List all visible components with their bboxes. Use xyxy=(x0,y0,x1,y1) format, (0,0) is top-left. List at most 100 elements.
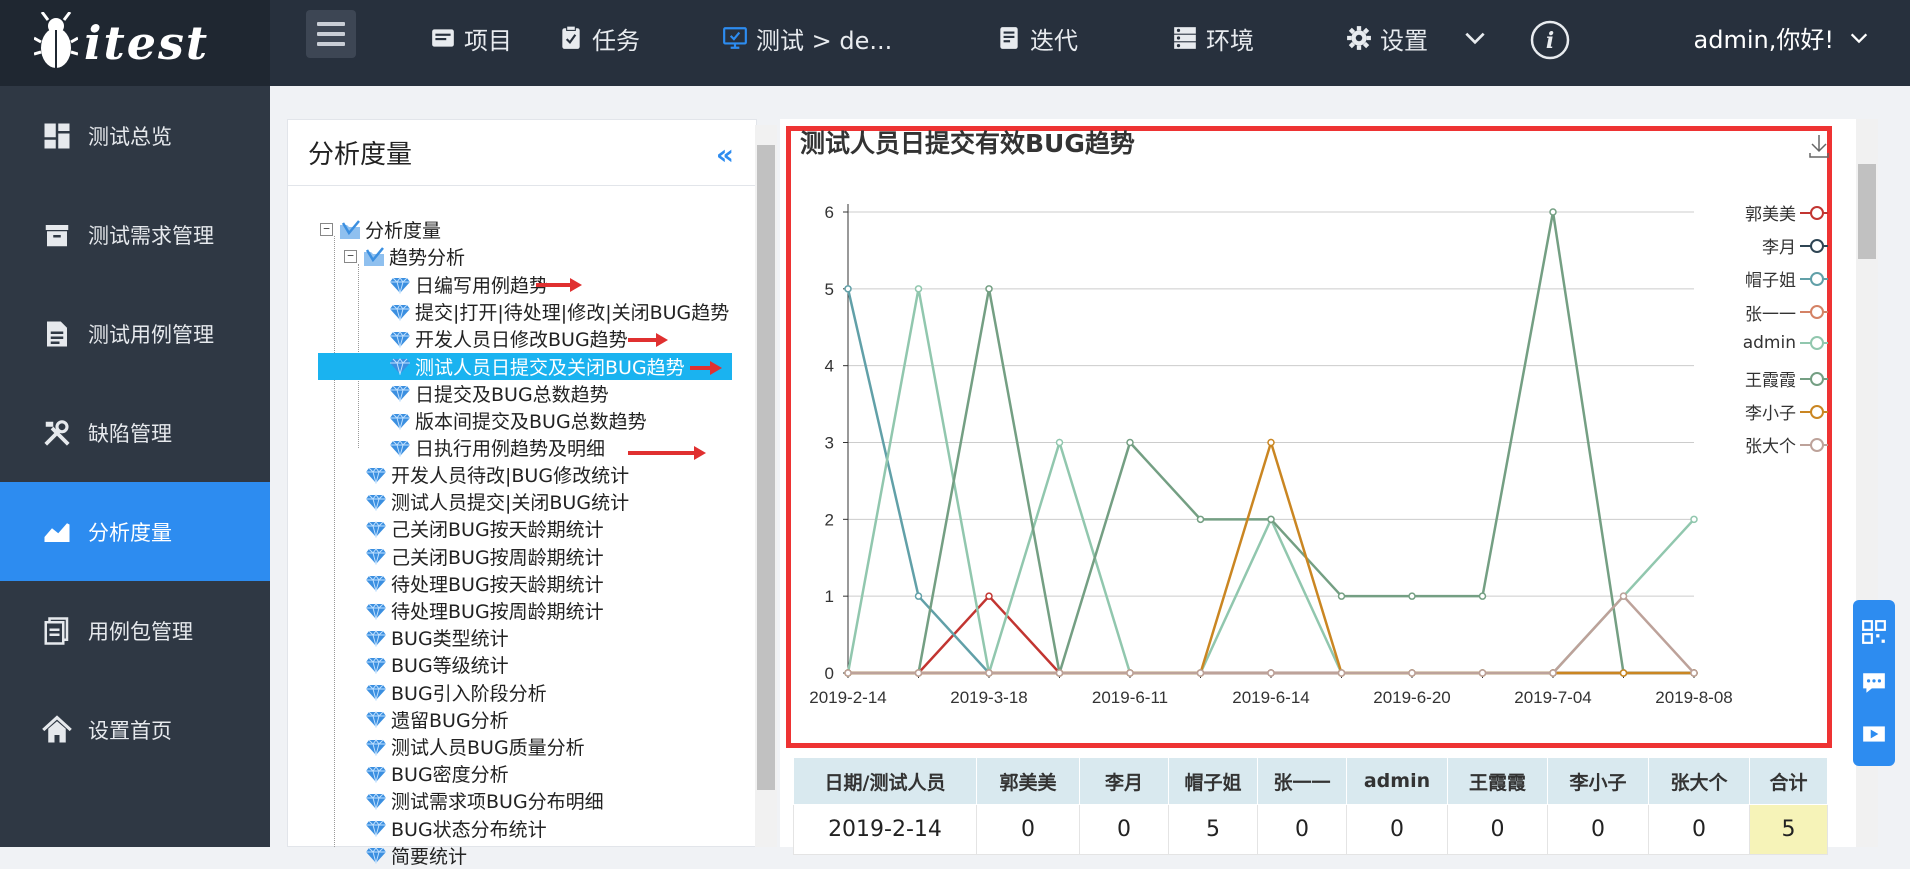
tree-node-label: BUG密度分析 xyxy=(391,764,509,787)
nav-environment[interactable]: 环境 xyxy=(1172,18,1254,58)
legend-symbol xyxy=(1800,238,1828,253)
tree-node-selected[interactable]: 测试人员日提交及关闭BUG趋势 xyxy=(318,352,732,380)
table-header-cell[interactable]: 郭美美 xyxy=(976,757,1080,805)
data-point xyxy=(1126,438,1134,447)
tree-node[interactable]: 开发人员日修改BUG趋势 xyxy=(390,325,628,352)
tree-node-label: 待处理BUG按天龄期统计 xyxy=(391,573,604,596)
nav-settings[interactable]: 设置 xyxy=(1346,18,1428,58)
sidebar-item-settings-home[interactable]: 设置首页 xyxy=(0,680,270,779)
tree-node[interactable]: BUG状态分布统计 xyxy=(366,815,547,842)
legend-item[interactable]: 张一一 xyxy=(1745,300,1828,325)
tree-node-label: BUG类型统计 xyxy=(391,628,509,651)
tree-node[interactable]: 日提交及BUG总数趋势 xyxy=(390,380,609,407)
table-header-cell[interactable]: 日期/测试人员 xyxy=(793,757,977,805)
tree-node[interactable]: 提交|打开|待处理|修改|关闭BUG趋势 xyxy=(390,298,729,325)
legend-item[interactable]: 王霞霞 xyxy=(1745,366,1828,391)
sidebar-item-requirements[interactable]: 测试需求管理 xyxy=(0,185,270,284)
logo[interactable]: itest xyxy=(0,0,270,86)
tree-node-label: 测试人员提交|关闭BUG统计 xyxy=(391,492,630,515)
legend-label: 张大个 xyxy=(1745,437,1796,458)
scrollbar-thumb[interactable] xyxy=(757,145,775,790)
download-icon[interactable] xyxy=(1808,133,1830,159)
tree-node[interactable]: BUG引入阶段分析 xyxy=(366,679,547,706)
table-row: 2019-2-14 0 0 5 0 0 0 0 0 5 xyxy=(793,804,1828,855)
diamond-icon xyxy=(366,629,386,647)
nav-more-dropdown[interactable] xyxy=(1462,18,1496,58)
data-point xyxy=(1549,208,1557,216)
x-tick-label: 2019-6-20 xyxy=(1373,688,1451,707)
help-button[interactable]: i xyxy=(1530,20,1578,60)
diamond-icon xyxy=(390,276,410,294)
tree-node-label: 趋势分析 xyxy=(389,247,466,269)
table-cell: 0 xyxy=(1648,804,1750,855)
tree-node[interactable]: 待处理BUG按周龄期统计 xyxy=(366,597,604,624)
legend-item[interactable]: 李月 xyxy=(1762,233,1828,258)
table-header-cell[interactable]: 张一一 xyxy=(1257,757,1347,805)
data-point xyxy=(1408,592,1416,600)
tree-node-root[interactable]: − 分析度量 xyxy=(320,216,441,243)
tree-node-label: 己关闭BUG按天龄期统计 xyxy=(391,519,604,542)
collapse-toggle-icon[interactable]: − xyxy=(320,223,333,236)
diamond-icon xyxy=(366,684,386,702)
table-header-cell[interactable]: 合计 xyxy=(1749,757,1828,805)
tree-node-folder[interactable]: − 趋势分析 xyxy=(344,243,465,270)
tree-node[interactable]: 测试人员提交|关闭BUG统计 xyxy=(366,488,629,515)
nav-project[interactable]: 项目 xyxy=(430,18,512,58)
sidebar-item-overview[interactable]: 测试总览 xyxy=(0,86,270,185)
data-point xyxy=(985,285,993,293)
tree-node[interactable]: 日编写用例趋势 xyxy=(390,271,548,298)
series-line xyxy=(848,438,1694,675)
table-cell: 0 xyxy=(1547,804,1649,855)
legend-item[interactable]: 李小子 xyxy=(1745,399,1828,424)
info-icon: i xyxy=(1530,20,1570,60)
tree-node[interactable]: 版本间提交及BUG总数趋势 xyxy=(390,407,647,434)
nav-task[interactable]: 任务 xyxy=(558,18,640,58)
diamond-icon xyxy=(366,493,386,511)
tree-node[interactable]: 己关闭BUG按周龄期统计 xyxy=(366,543,604,570)
table-header-cell[interactable]: 王霞霞 xyxy=(1447,757,1548,805)
nav-iteration[interactable]: 迭代 xyxy=(996,18,1078,58)
video-icon[interactable] xyxy=(1861,721,1887,747)
legend-item[interactable]: 郭美美 xyxy=(1745,200,1828,225)
sidebar-item-package[interactable]: 用例包管理 xyxy=(0,581,270,680)
tree-node[interactable]: 测试人员BUG质量分析 xyxy=(366,733,585,760)
tree-node[interactable]: 开发人员待改|BUG修改统计 xyxy=(366,461,629,488)
user-menu[interactable]: admin,你好! xyxy=(1694,20,1870,55)
tree-node[interactable]: 己关闭BUG按天龄期统计 xyxy=(366,515,604,542)
table-header-cell[interactable]: admin xyxy=(1346,757,1448,805)
tree-node[interactable]: BUG密度分析 xyxy=(366,760,509,787)
menu-toggle-button[interactable] xyxy=(306,10,356,58)
tree-node[interactable]: 测试需求项BUG分布明细 xyxy=(366,787,604,814)
table-header-cell[interactable]: 张大个 xyxy=(1648,757,1750,805)
sidebar-item-analytics[interactable]: 分析度量 xyxy=(0,482,270,581)
tree-node[interactable]: BUG等级统计 xyxy=(366,651,509,678)
x-tick-label: 2019-3-18 xyxy=(950,688,1028,707)
diamond-icon xyxy=(366,793,386,810)
tree-node[interactable]: 简要统计 xyxy=(366,842,467,869)
diamond-icon xyxy=(390,331,410,348)
scrollbar-thumb[interactable] xyxy=(1858,164,1876,259)
legend-item[interactable]: 帽子姐 xyxy=(1745,266,1828,291)
tree-scrollbar[interactable] xyxy=(755,125,777,847)
collapse-panel-button[interactable]: « xyxy=(716,138,734,171)
diamond-icon xyxy=(366,602,386,620)
tree-node[interactable]: 日执行用例趋势及明细 xyxy=(390,434,605,461)
sidebar-item-testcases[interactable]: 测试用例管理 xyxy=(0,284,270,383)
legend-item[interactable]: 张大个 xyxy=(1745,432,1828,457)
table-header-cell[interactable]: 李月 xyxy=(1079,757,1169,805)
table-header-cell[interactable]: 帽子姐 xyxy=(1168,757,1258,805)
qrcode-icon[interactable] xyxy=(1861,619,1887,645)
legend-label: 李月 xyxy=(1762,238,1796,259)
legend-item[interactable]: admin xyxy=(1743,333,1828,353)
legend-symbol xyxy=(1800,335,1828,350)
table-header-cell[interactable]: 李小子 xyxy=(1547,757,1649,805)
x-tick-label: 2019-2-14 xyxy=(809,688,887,707)
tree-node[interactable]: 遗留BUG分析 xyxy=(366,706,509,733)
nav-test-project[interactable]: 测试 > de... xyxy=(722,18,892,58)
chat-icon[interactable] xyxy=(1861,670,1887,696)
tree-node[interactable]: 待处理BUG按天龄期统计 xyxy=(366,570,604,597)
collapse-toggle-icon[interactable]: − xyxy=(344,250,357,263)
sidebar-item-defects[interactable]: 缺陷管理 xyxy=(0,383,270,482)
tree-node[interactable]: BUG类型统计 xyxy=(366,624,509,651)
table-cell: 2019-2-14 xyxy=(793,804,977,855)
